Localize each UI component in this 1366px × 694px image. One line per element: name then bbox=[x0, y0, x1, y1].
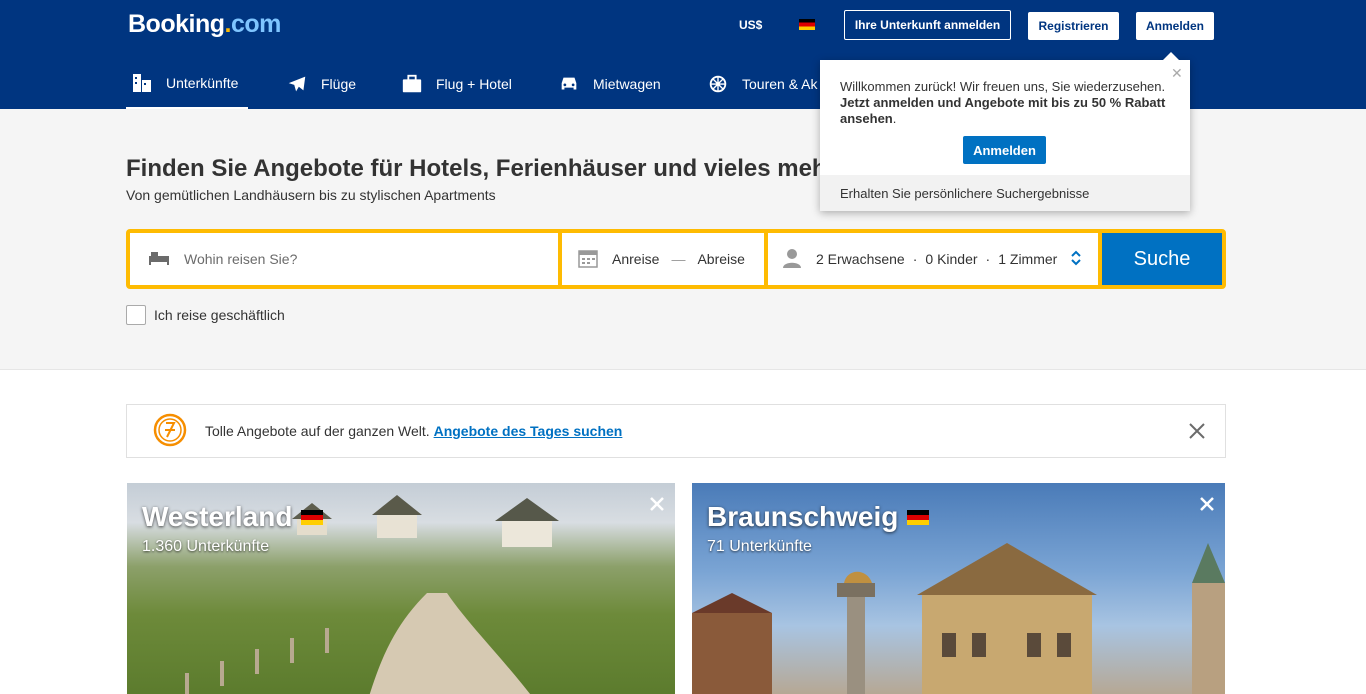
signin-popover: ✕ Willkommen zurück! Wir freuen uns, Sie… bbox=[820, 52, 1190, 211]
close-icon[interactable] bbox=[1187, 421, 1207, 444]
register-button[interactable]: Registrieren bbox=[1028, 12, 1119, 40]
bed-icon bbox=[130, 71, 154, 95]
bed-icon bbox=[148, 250, 170, 269]
login-button[interactable]: Anmelden bbox=[1136, 12, 1214, 40]
page-title: Finden Sie Angebote für Hotels, Ferienhä… bbox=[126, 155, 836, 182]
chevron-updown-icon bbox=[1071, 250, 1082, 269]
list-property-button[interactable]: Ihre Unterkunft anmelden bbox=[844, 10, 1011, 40]
currency-selector[interactable]: US$ bbox=[739, 18, 762, 32]
date-picker[interactable]: Anreise — Abreise bbox=[562, 233, 764, 285]
plane-icon bbox=[285, 72, 309, 96]
nav-label: Mietwagen bbox=[593, 75, 661, 92]
search-button[interactable]: Suche bbox=[1102, 233, 1222, 285]
booking-logo[interactable]: Booking.com bbox=[128, 10, 281, 39]
deals-text: Tolle Angebote auf der ganzen Welt. Ange… bbox=[205, 423, 623, 439]
flag-germany-icon bbox=[907, 509, 930, 525]
guest-separator: · bbox=[985, 251, 991, 267]
guest-separator: · bbox=[912, 251, 918, 267]
nav-label: Flug + Hotel bbox=[436, 75, 512, 92]
deals-banner: Tolle Angebote auf der ganzen Welt. Ange… bbox=[126, 404, 1226, 458]
adults-count: 2 Erwachsene bbox=[816, 251, 905, 267]
ferris-wheel-icon bbox=[706, 72, 730, 96]
nav-tab-car-rental[interactable]: Mietwagen bbox=[557, 58, 661, 109]
destination-input[interactable]: Wohin reisen Sie? bbox=[130, 233, 558, 285]
business-travel-checkbox[interactable] bbox=[126, 305, 146, 325]
nav-label: Unterkünfte bbox=[166, 74, 239, 91]
children-count: 0 Kinder bbox=[925, 251, 978, 267]
popover-offer: Jetzt anmelden und Angebote mit bis zu 5… bbox=[840, 95, 1166, 126]
card-title: Braunschweig bbox=[707, 501, 930, 533]
deals-link[interactable]: Angebote des Tages suchen bbox=[434, 423, 623, 439]
suitcase-icon bbox=[400, 72, 424, 96]
guests-selector[interactable]: 2 Erwachsene · 0 Kinder · 1 Zimmer bbox=[768, 233, 1098, 285]
checkin-field[interactable]: Anreise bbox=[612, 251, 659, 267]
rooms-count: 1 Zimmer bbox=[998, 251, 1058, 267]
nav-tab-stays[interactable]: Unterkünfte bbox=[126, 58, 248, 109]
nav-tab-flight-hotel[interactable]: Flug + Hotel bbox=[400, 58, 512, 109]
search-bar: Wohin reisen Sie? Anreise — Abreise 2 Er… bbox=[126, 229, 1226, 289]
nav-tab-flights[interactable]: Flüge bbox=[285, 58, 356, 109]
card-title: Westerland bbox=[142, 501, 324, 533]
popover-message: Willkommen zurück! Wir freuen uns, Sie w… bbox=[840, 79, 1166, 126]
popover-footer: Erhalten Sie persönlichere Suchergebniss… bbox=[820, 175, 1190, 211]
business-travel-toggle[interactable]: Ich reise geschäftlich bbox=[126, 305, 285, 325]
checkout-field[interactable]: Abreise bbox=[697, 251, 744, 267]
popover-caret bbox=[1163, 52, 1179, 60]
popover-login-button[interactable]: Anmelden bbox=[963, 136, 1046, 164]
page-subtitle: Von gemütlichen Landhäusern bis zu styli… bbox=[126, 187, 496, 203]
destination-card-westerland[interactable]: Westerland 1.360 Unterkünfte bbox=[127, 483, 675, 694]
calendar-icon bbox=[578, 248, 598, 271]
business-travel-label: Ich reise geschäftlich bbox=[154, 307, 285, 323]
person-icon bbox=[782, 248, 802, 271]
card-property-count: 1.360 Unterkünfte bbox=[142, 538, 270, 555]
close-icon[interactable] bbox=[1199, 496, 1215, 517]
close-icon[interactable] bbox=[649, 496, 665, 517]
card-property-count: 71 Unterkünfte bbox=[707, 538, 812, 555]
popover-welcome: Willkommen zurück! Wir freuen uns, Sie w… bbox=[840, 79, 1166, 94]
nav-label: Flüge bbox=[321, 75, 357, 92]
flag-germany-icon bbox=[301, 509, 324, 525]
nav-label: Touren & Ak bbox=[742, 75, 818, 92]
destination-card-braunschweig[interactable]: Braunschweig 71 Unterkünfte bbox=[692, 483, 1225, 694]
date-separator: — bbox=[671, 251, 686, 267]
destination-placeholder: Wohin reisen Sie? bbox=[184, 251, 298, 267]
deals-badge-icon bbox=[153, 413, 187, 450]
nav-tab-attractions[interactable]: Touren & Ak bbox=[706, 58, 818, 109]
car-icon bbox=[557, 72, 581, 96]
language-flag-icon[interactable] bbox=[799, 19, 815, 30]
